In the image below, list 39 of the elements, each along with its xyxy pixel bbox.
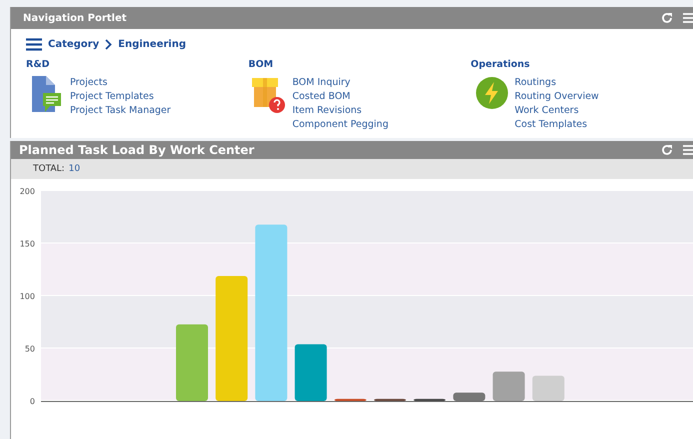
chart-bar [453,392,486,401]
navigation-link[interactable]: BOM Inquiry [292,76,388,90]
chart-bar [294,344,327,401]
chevron-right-icon [105,39,112,50]
chart-bar [492,372,525,401]
navigation-link[interactable]: Routing Overview [514,90,599,104]
total-label: TOTAL: [33,164,65,174]
navigation-link[interactable]: Project Task Manager [70,104,171,118]
portlet-title: Navigation Portlet [23,12,128,24]
y-axis-label: 200 [20,187,35,196]
lightning-bolt-icon [474,76,509,110]
chart-bar [374,398,406,401]
y-axis-label: 150 [20,240,35,248]
chart-bar [334,398,366,401]
y-axis-label: 50 [24,344,35,354]
refresh-icon[interactable] [661,144,673,156]
navigation-link[interactable]: Cost Templates [514,118,599,132]
box-question-icon [252,76,286,114]
y-axis-label: 100 [20,292,35,301]
refresh-icon[interactable] [661,12,673,24]
navigation-link[interactable]: Component Pegging [292,118,388,132]
document-chat-icon [30,76,64,114]
breadcrumb-link[interactable]: Engineering [118,39,186,50]
navigation-link[interactable]: Projects [70,76,171,90]
group-title: Operations [470,59,531,70]
menu-icon[interactable] [26,38,42,51]
navigation-link[interactable]: Work Centers [514,104,599,118]
chart-bar [532,376,564,401]
total-value: 10 [68,164,80,174]
navigation-link[interactable]: Item Revisions [292,104,388,118]
group-title: R&D [26,59,50,70]
navigation-link[interactable]: Project Templates [70,90,171,104]
portlet-title: Planned Task Load By Work Center [19,143,256,157]
y-axis-label: 0 [30,397,35,406]
chart-bar [414,398,446,401]
navigation-link[interactable]: Costed BOM [292,90,388,104]
group-title: BOM [248,59,274,70]
navigation-link[interactable]: Routings [514,76,599,90]
breadcrumb-link[interactable]: Category [48,39,100,50]
